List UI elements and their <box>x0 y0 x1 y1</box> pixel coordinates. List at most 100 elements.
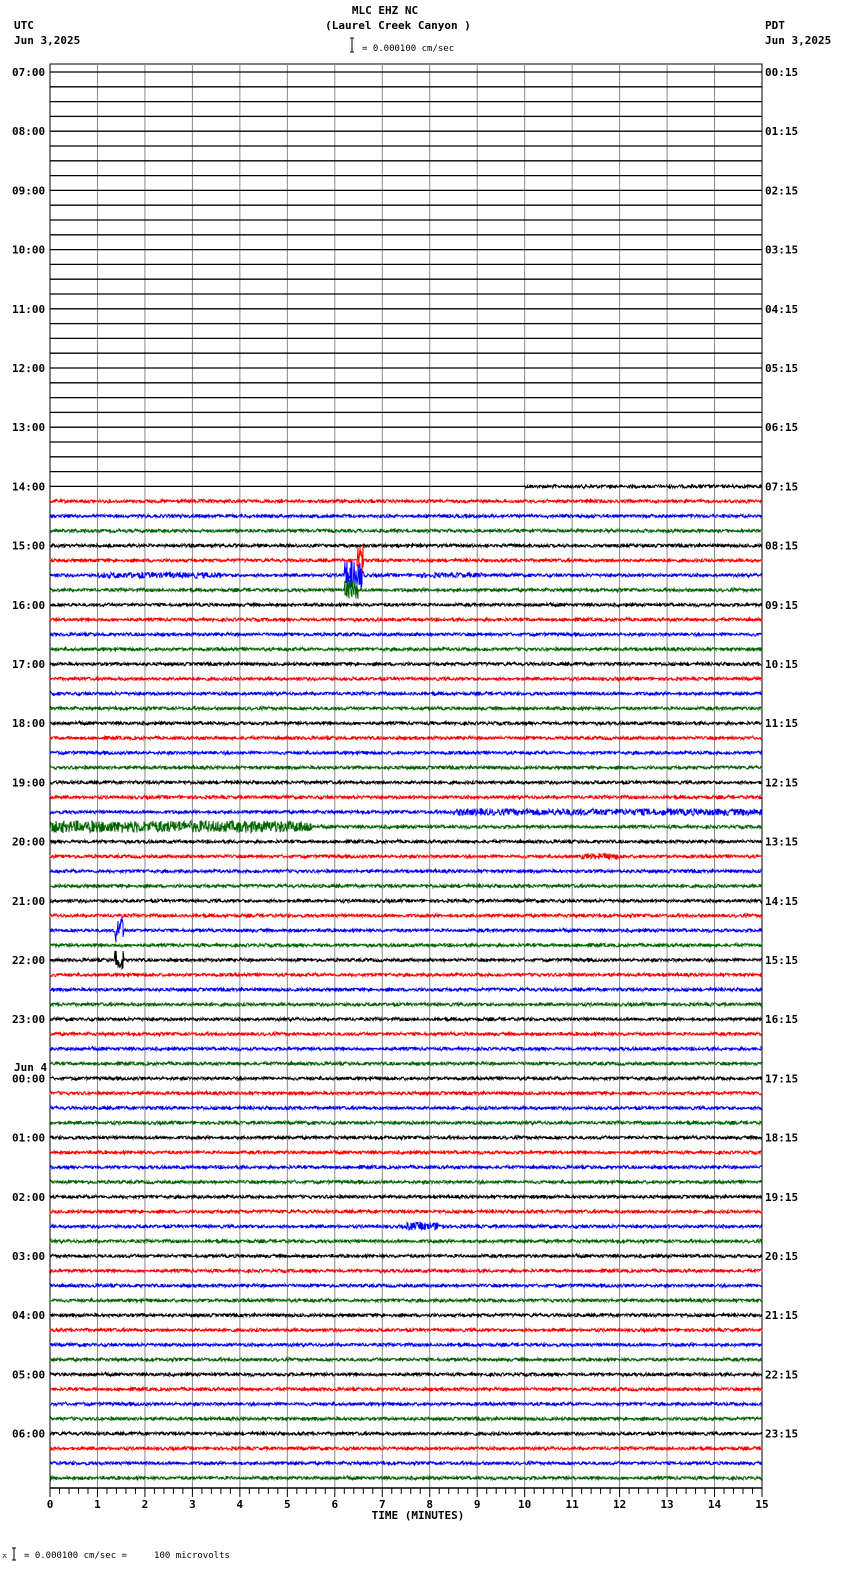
pdt-hour-label: 12:15 <box>765 776 798 789</box>
seismic-trace <box>49 1400 763 1408</box>
seismic-trace <box>49 601 763 609</box>
utc-hour-label: 15:00 <box>12 540 45 553</box>
seismic-trace <box>49 1341 763 1349</box>
seismic-trace <box>49 1089 763 1097</box>
x-tick-label: 14 <box>708 1498 722 1511</box>
scale-label: = 0.000100 cm/sec <box>362 44 454 54</box>
x-tick-label: 6 <box>331 1498 338 1511</box>
seismic-trace <box>49 1193 763 1201</box>
helicorder-chart: MLC EHZ NC (Laurel Creek Canyon ) UTC Ju… <box>2 4 831 1561</box>
seismic-trace <box>49 1030 763 1038</box>
seismic-trace <box>49 806 763 818</box>
seismic-trace <box>49 1444 763 1452</box>
pdt-hour-label: 21:15 <box>765 1309 798 1322</box>
pdt-hour-label: 23:15 <box>765 1428 798 1441</box>
station-location: (Laurel Creek Canyon ) <box>325 19 471 32</box>
seismic-trace <box>49 544 763 578</box>
seismic-trace <box>49 897 763 905</box>
utc-hour-label: 01:00 <box>12 1132 45 1145</box>
utc-hour-label: 00:00 <box>12 1072 45 1085</box>
x-tick-label: 2 <box>142 1498 149 1511</box>
left-date: Jun 3,2025 <box>14 34 80 47</box>
pdt-hour-label: 15:15 <box>765 954 798 967</box>
seismic-trace <box>49 580 763 599</box>
utc-hour-label: 08:00 <box>12 125 45 138</box>
seismic-trace <box>49 867 763 875</box>
right-timezone: PDT <box>765 19 785 32</box>
footer-marker: ⌅ <box>2 1551 7 1561</box>
seismic-trace <box>49 497 763 505</box>
utc-hour-label: 20:00 <box>12 836 45 849</box>
seismic-trace <box>49 1237 763 1245</box>
utc-hour-label: 06:00 <box>12 1428 45 1441</box>
seismic-trace <box>49 1430 763 1438</box>
utc-hour-label: 16:00 <box>12 599 45 612</box>
utc-hour-label: 19:00 <box>12 776 45 789</box>
x-tick-label: 15 <box>755 1498 768 1511</box>
seismic-trace <box>49 1104 763 1112</box>
seismic-trace <box>49 1045 763 1053</box>
x-tick-label: 11 <box>566 1498 580 1511</box>
seismic-trace <box>49 1370 763 1378</box>
seismic-trace <box>49 630 763 638</box>
utc-hour-label: 04:00 <box>12 1309 45 1322</box>
seismic-trace <box>49 542 763 550</box>
seismic-trace <box>49 1296 763 1304</box>
right-date: Jun 3,2025 <box>765 34 831 47</box>
footer-scale-bar-icon <box>12 1547 16 1561</box>
seismic-trace <box>49 719 763 727</box>
seismic-traces <box>49 71 763 1482</box>
pdt-hour-label: 06:15 <box>765 421 798 434</box>
seismic-trace <box>49 1474 763 1482</box>
seismic-trace <box>49 1311 763 1319</box>
pdt-hour-label: 14:15 <box>765 895 798 908</box>
utc-hour-label: 13:00 <box>12 421 45 434</box>
pdt-hour-label: 13:15 <box>765 836 798 849</box>
date-change-label: Jun 4 <box>14 1061 47 1074</box>
seismic-trace <box>49 778 763 786</box>
utc-labels: 07:00 08:00 09:00 10:00 11:00 12:00 13:00 14:00… <box>12 66 45 1441</box>
seismic-trace <box>49 675 763 683</box>
pdt-hour-label: 08:15 <box>765 540 798 553</box>
utc-hour-label: 02:00 <box>12 1191 45 1204</box>
x-axis-label: TIME (MINUTES) <box>372 1509 465 1522</box>
x-tick-label: 12 <box>613 1498 626 1511</box>
seismic-trace <box>49 971 763 979</box>
seismic-trace <box>49 950 763 971</box>
seismic-trace <box>49 1148 763 1156</box>
pdt-hour-label: 01:15 <box>765 125 798 138</box>
seismic-trace <box>49 1415 763 1423</box>
seismic-trace <box>49 912 763 920</box>
pdt-hour-label: 09:15 <box>765 599 798 612</box>
seismic-trace <box>49 1385 763 1393</box>
pdt-hour-label: 05:15 <box>765 362 798 375</box>
x-tick-label: 4 <box>237 1498 244 1511</box>
seismic-trace <box>49 1356 763 1364</box>
seismic-trace <box>49 660 763 668</box>
x-tick-label: 10 <box>518 1498 531 1511</box>
seismic-trace <box>49 1459 763 1467</box>
utc-hour-label: 21:00 <box>12 895 45 908</box>
x-tick-label: 9 <box>474 1498 481 1511</box>
seismic-trace <box>49 512 763 520</box>
seismic-trace <box>49 527 763 535</box>
utc-hour-label: 03:00 <box>12 1250 45 1263</box>
pdt-hour-label: 16:15 <box>765 1013 798 1026</box>
plot-grid <box>49 63 763 1489</box>
plot-frame <box>49 63 763 1489</box>
pdt-hour-label: 00:15 <box>765 66 798 79</box>
seismic-trace <box>49 838 763 846</box>
seismic-trace <box>49 734 763 742</box>
utc-hour-label: 11:00 <box>12 303 45 316</box>
seismic-trace <box>49 1208 763 1216</box>
pdt-labels: 00:15 01:15 02:15 03:15 04:15 05:15 06:15 07:15… <box>765 66 798 1441</box>
seismic-trace <box>49 1060 763 1068</box>
seismic-trace <box>49 1074 763 1082</box>
utc-hour-label: 14:00 <box>12 480 45 493</box>
x-tick-label: 1 <box>94 1498 101 1511</box>
pdt-hour-label: 03:15 <box>765 244 798 257</box>
seismic-trace <box>49 1163 763 1171</box>
seismic-trace <box>49 704 763 712</box>
x-tick-label: 5 <box>284 1498 291 1511</box>
utc-hour-label: 12:00 <box>12 362 45 375</box>
